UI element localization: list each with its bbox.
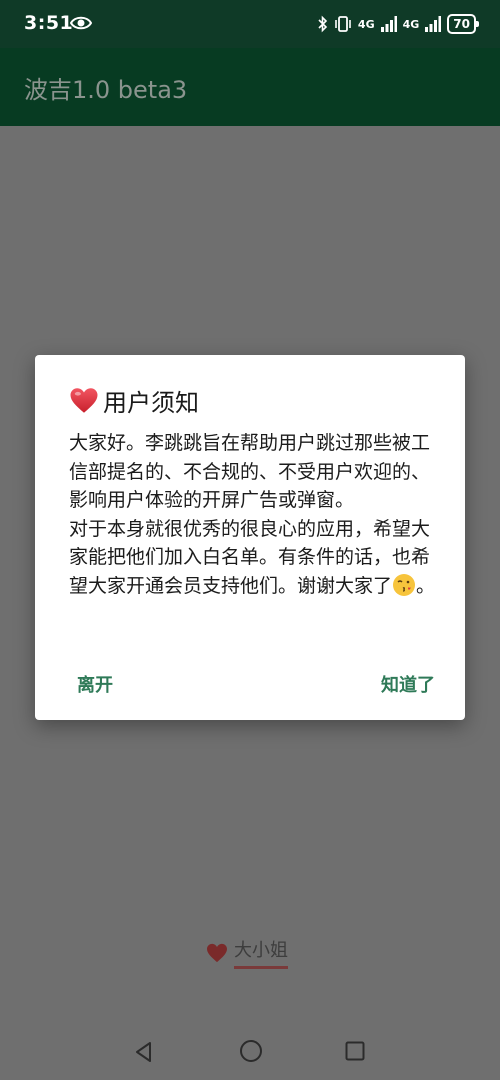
status-bar: 3:51 4G 4G 70 <box>0 0 500 48</box>
back-icon[interactable] <box>132 1040 156 1064</box>
heart-icon <box>70 388 98 413</box>
status-time: 3:51 <box>24 12 74 34</box>
bottom-tab-label: 大小姐 <box>234 936 288 969</box>
dialog-paragraph-2-end: 。 <box>416 574 436 597</box>
vibrate-icon <box>335 16 351 32</box>
app-bar: 波吉1.0 beta3 <box>0 48 500 126</box>
user-notice-dialog: 用户须知 大家好。李跳跳旨在帮助用户跳过那些被工信部提名的、不合规的、不受用户欢… <box>35 355 465 720</box>
signal-2-label: 4G <box>402 17 420 31</box>
dialog-paragraph-2: 对于本身就很优秀的很良心的应用，希望大家能把他们加入白名单。有条件的话，也希望大… <box>69 515 441 601</box>
acknowledge-button[interactable]: 知道了 <box>381 671 435 697</box>
recents-icon[interactable] <box>345 1041 365 1061</box>
leave-button[interactable]: 离开 <box>77 671 113 697</box>
navigation-bar <box>0 1024 500 1080</box>
signal-icon <box>380 16 397 32</box>
dialog-paragraph-1: 大家好。李跳跳旨在帮助用户跳过那些被工信部提名的、不合规的、不受用户欢迎的、影响… <box>69 432 431 511</box>
dialog-body: 大家好。李跳跳旨在帮助用户跳过那些被工信部提名的、不合规的、不受用户欢迎的、影响… <box>69 429 441 600</box>
signal-icon <box>425 16 442 32</box>
dialog-title: 用户须知 <box>69 383 199 418</box>
dialog-title-text: 用户须知 <box>103 389 199 417</box>
screen: 3:51 4G 4G 70 波吉1.0 beta3 大小姐 用户须知 大家好。李… <box>0 0 500 1080</box>
home-icon[interactable] <box>238 1038 264 1064</box>
battery-icon: 70 <box>447 14 479 34</box>
status-icons: 4G 4G 70 <box>318 12 479 36</box>
bluetooth-icon <box>318 15 328 33</box>
signal-1-label: 4G <box>357 17 375 31</box>
kissing-face-emoji-icon <box>393 573 416 596</box>
heart-icon <box>207 943 227 962</box>
eye-icon <box>70 16 92 30</box>
app-title: 波吉1.0 beta3 <box>24 76 188 104</box>
bottom-tab[interactable]: 大小姐 <box>206 936 288 969</box>
dialog-paragraph-2-text: 对于本身就很优秀的很良心的应用，希望大家能把他们加入白名单。有条件的话，也希望大… <box>69 517 431 597</box>
